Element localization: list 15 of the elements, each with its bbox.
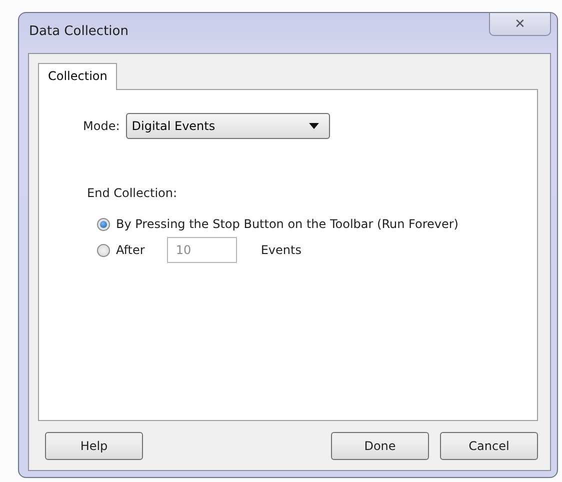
dialog-button[interactable]: Help [45,432,143,460]
tab[interactable]: Collection [38,63,118,90]
end-collection-label: End Collection: [87,186,178,200]
dialog-button[interactable]: Done [331,432,429,460]
caret-icon [308,123,319,129]
radio-button[interactable] [97,218,110,230]
mode-dropdown[interactable]: Digital Events [126,113,330,139]
radio-button[interactable] [97,244,110,256]
option-label: By Pressing the Stop Button on the Toolbar (Run Forever) [116,217,458,231]
unit-label: Events [260,243,302,257]
close-button[interactable]: ✕ [489,13,551,36]
option-label: After [116,243,145,257]
window-title: Data Collection [29,24,128,39]
dialog-button[interactable]: Cancel [440,432,538,460]
mode-label: Mode: [83,119,120,133]
